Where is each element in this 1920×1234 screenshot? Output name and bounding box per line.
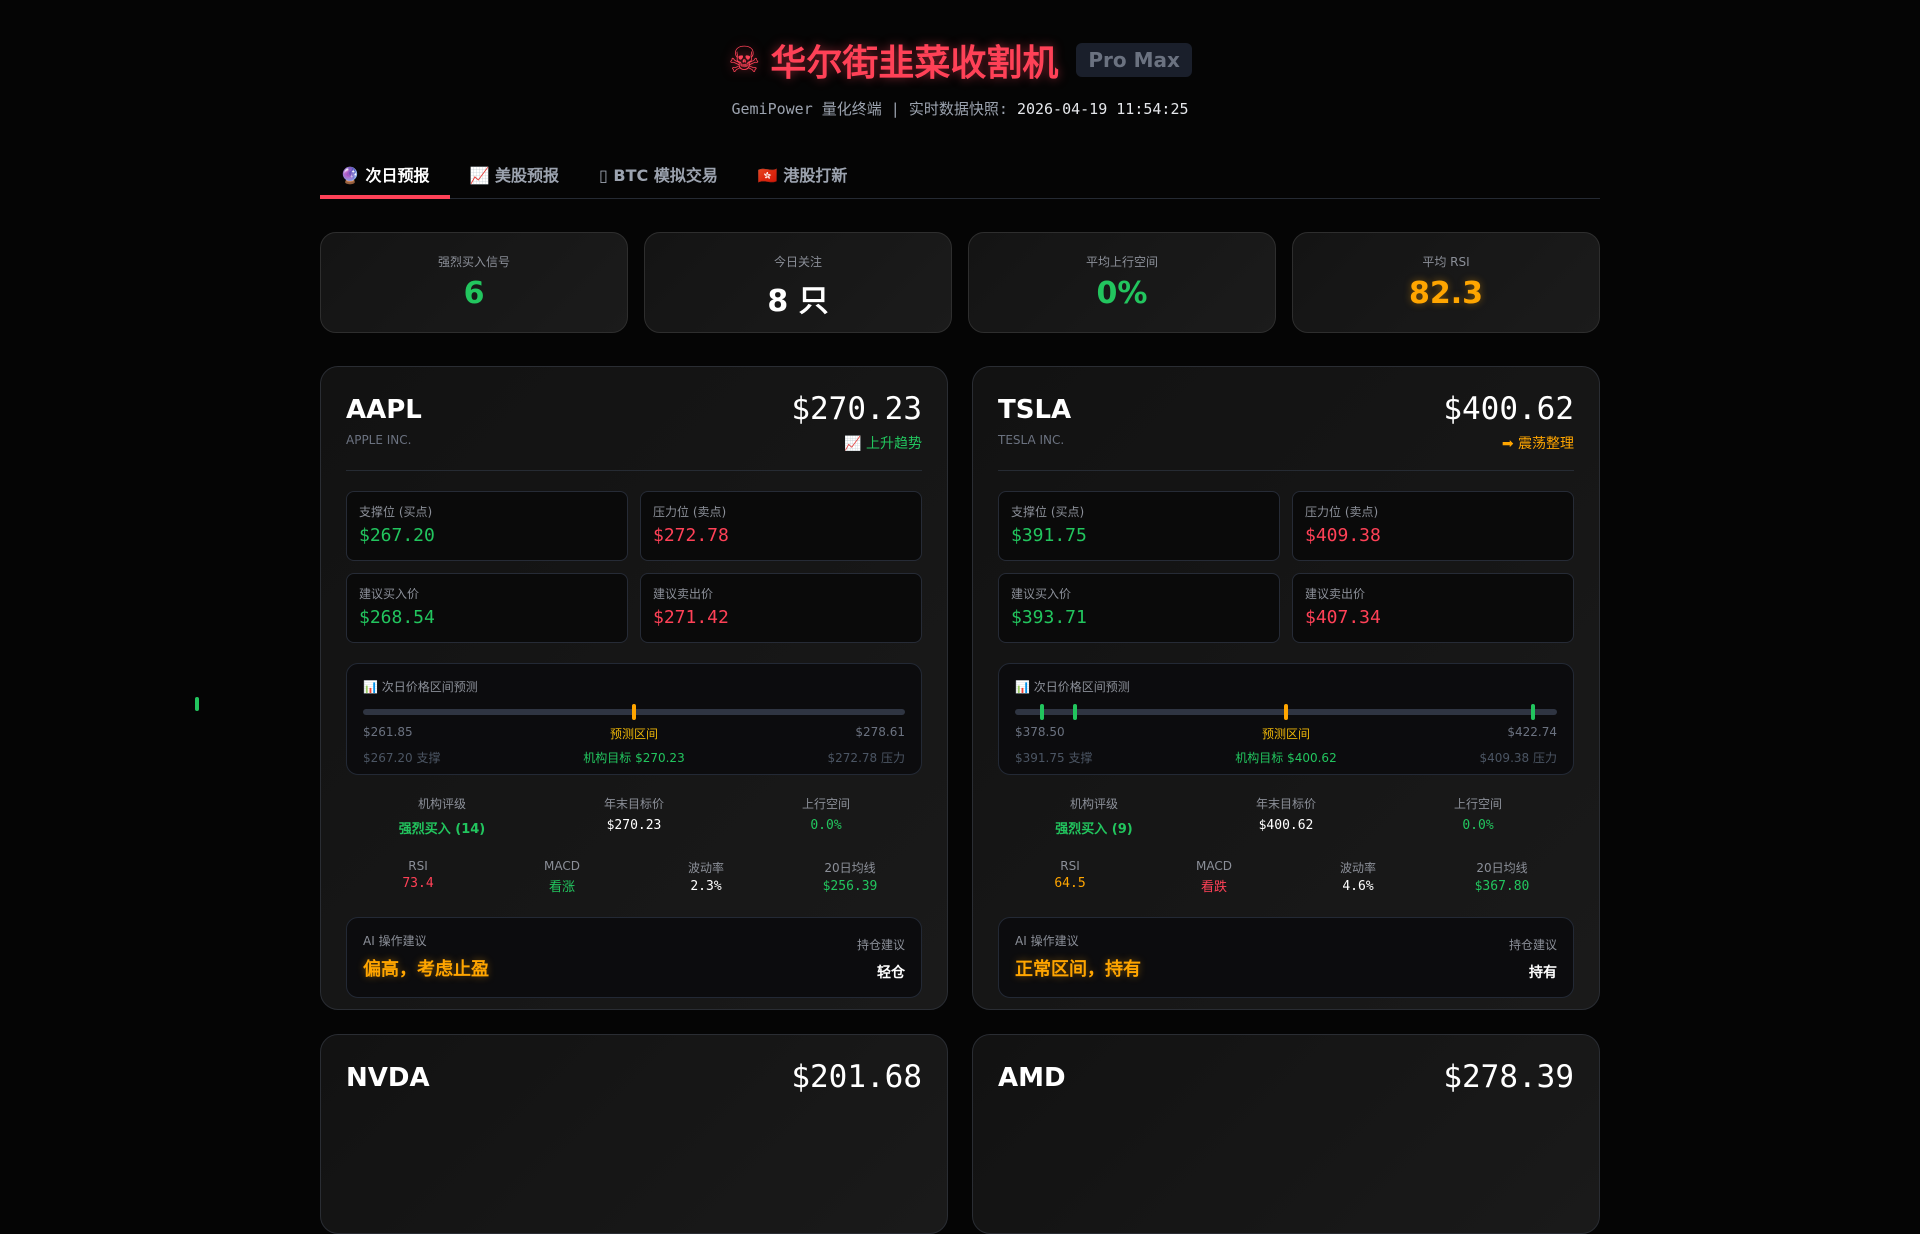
macd: MACD 看跌 bbox=[1196, 859, 1232, 895]
tab-bar: 🔮 次日预报 📈 美股预报 ▯ BTC 模拟交易 🇭🇰 港股打新 bbox=[320, 150, 1600, 199]
summary-stats: 强烈买入信号 6 今日关注 8 只 平均上行空间 0% 平均 RSI 82.3 bbox=[320, 232, 1600, 333]
chart-up-icon: 📈 bbox=[469, 166, 490, 185]
year-end-target: 年末目标价 $400.62 bbox=[1255, 797, 1316, 833]
tab-hk-ipo[interactable]: 🇭🇰 港股打新 bbox=[738, 150, 868, 199]
stat-strong-buy-signals: 强烈买入信号 6 bbox=[320, 232, 628, 333]
skull-crossbones-icon: ☠ bbox=[728, 39, 761, 81]
price-range-forecast: 📊 次日价格区间预测 $261.85 预测区间 $278.61 $267.20 支撑… bbox=[346, 663, 922, 775]
year-end-target: 年末目标价 $270.23 bbox=[603, 797, 664, 833]
ticker: AMD bbox=[998, 1063, 1066, 1093]
tab-btc-simulated-trading[interactable]: ▯ BTC 模拟交易 bbox=[579, 150, 738, 199]
trend-label: ➡ 震荡整理 bbox=[1501, 436, 1574, 452]
hong-kong-flag-icon: 🇭🇰 bbox=[757, 166, 778, 185]
stat-avg-rsi: 平均 RSI 82.3 bbox=[1292, 232, 1600, 333]
range-marker bbox=[1530, 704, 1535, 720]
range-low: $261.85 bbox=[363, 725, 413, 739]
stock-cards: AAPL APPLE INC. $270.23 📈 上升趋势 支撑位 (买点) $26… bbox=[320, 366, 1600, 1234]
volatility: 波动率 4.6% bbox=[1339, 861, 1376, 894]
range-high: $278.61 bbox=[855, 725, 905, 739]
company-name: APPLE INC. bbox=[346, 433, 412, 447]
green-indicator-marker bbox=[195, 697, 199, 711]
range-marker bbox=[1284, 704, 1288, 720]
resistance-level: 压力位 (卖点) $272.78 bbox=[640, 491, 922, 561]
snapshot-timestamp: 2026-04-19 11:54:25 bbox=[1016, 100, 1189, 118]
suggested-buy-price: 建议买入价 $393.71 bbox=[998, 573, 1280, 643]
resistance-level: 压力位 (卖点) $409.38 bbox=[1292, 491, 1574, 561]
range-low: $378.50 bbox=[1015, 725, 1065, 739]
ai-advice: AI 操作建议 偏高，考虑止盈 持仓建议 轻仓 bbox=[346, 917, 922, 998]
ai-advice: AI 操作建议 正常区间，持有 持仓建议 持有 bbox=[998, 917, 1574, 998]
rsi: RSI 64.5 bbox=[1054, 859, 1086, 891]
stock-card-tsla: TSLA TESLA INC. $400.62 ➡ 震荡整理 支撑位 (买点) $39… bbox=[972, 366, 1600, 1010]
range-marker bbox=[1072, 704, 1077, 720]
ticker: AAPL bbox=[346, 395, 422, 425]
stat-watchlist-today: 今日关注 8 只 bbox=[644, 232, 952, 333]
suggested-sell-price: 建议卖出价 $271.42 bbox=[640, 573, 922, 643]
current-price: $278.39 bbox=[1443, 1059, 1574, 1095]
current-price: $400.62 bbox=[1443, 391, 1574, 427]
crystal-ball-icon: 🔮 bbox=[340, 166, 360, 185]
ticker: NVDA bbox=[346, 1063, 430, 1093]
bitcoin-icon: ▯ bbox=[599, 166, 608, 185]
page-header: ☠ 华尔街韭菜收割机 Pro Max GemiPower 量化终端 | 实时数据… bbox=[0, 0, 1920, 119]
volatility: 波动率 2.3% bbox=[687, 861, 724, 894]
trend-label: 📈 上升趋势 bbox=[844, 436, 922, 452]
suggested-buy-price: 建议买入价 $268.54 bbox=[346, 573, 628, 643]
range-bar bbox=[363, 704, 905, 720]
tab-next-day-forecast[interactable]: 🔮 次日预报 bbox=[320, 150, 450, 199]
rsi: RSI 73.4 bbox=[402, 859, 434, 891]
upside: 上行空间 0.0% bbox=[801, 797, 850, 833]
upside: 上行空间 0.0% bbox=[1453, 797, 1502, 833]
analyst-rating: 机构评级 强烈买入 (14) bbox=[398, 797, 486, 837]
analyst-rating: 机构评级 强烈买入 (9) bbox=[1055, 797, 1133, 837]
pro-max-badge: Pro Max bbox=[1076, 43, 1192, 77]
support-level: 支撑位 (买点) $267.20 bbox=[346, 491, 628, 561]
stock-card-nvda: NVDA $201.68 bbox=[320, 1034, 948, 1234]
current-price: $201.68 bbox=[791, 1059, 922, 1095]
stock-card-aapl: AAPL APPLE INC. $270.23 📈 上升趋势 支撑位 (买点) $26… bbox=[320, 366, 948, 1010]
range-high: $422.74 bbox=[1507, 725, 1557, 739]
range-marker bbox=[632, 704, 636, 720]
company-name: TESLA INC. bbox=[998, 433, 1065, 447]
suggested-sell-price: 建议卖出价 $407.34 bbox=[1292, 573, 1574, 643]
price-range-forecast: 📊 次日价格区间预测 $378.50 预测区间 $422.74 $391.75 支撑… bbox=[998, 663, 1574, 775]
current-price: $270.23 bbox=[791, 391, 922, 427]
stock-card-amd: AMD $278.39 bbox=[972, 1034, 1600, 1234]
range-bar bbox=[1015, 704, 1557, 720]
range-marker bbox=[1040, 704, 1045, 720]
tab-us-stock-forecast[interactable]: 📈 美股预报 bbox=[450, 150, 580, 199]
ma20: 20日均线 $367.80 bbox=[1474, 861, 1530, 894]
macd: MACD 看涨 bbox=[544, 859, 580, 895]
app-title: ☠ 华尔街韭菜收割机 bbox=[728, 39, 1059, 85]
support-level: 支撑位 (买点) $391.75 bbox=[998, 491, 1280, 561]
subtitle: GemiPower 量化终端 | 实时数据快照: 2026-04-19 11:5… bbox=[731, 100, 1189, 118]
stat-avg-upside: 平均上行空间 0% bbox=[968, 232, 1276, 333]
ticker: TSLA bbox=[998, 395, 1072, 425]
ma20: 20日均线 $256.39 bbox=[822, 861, 878, 894]
